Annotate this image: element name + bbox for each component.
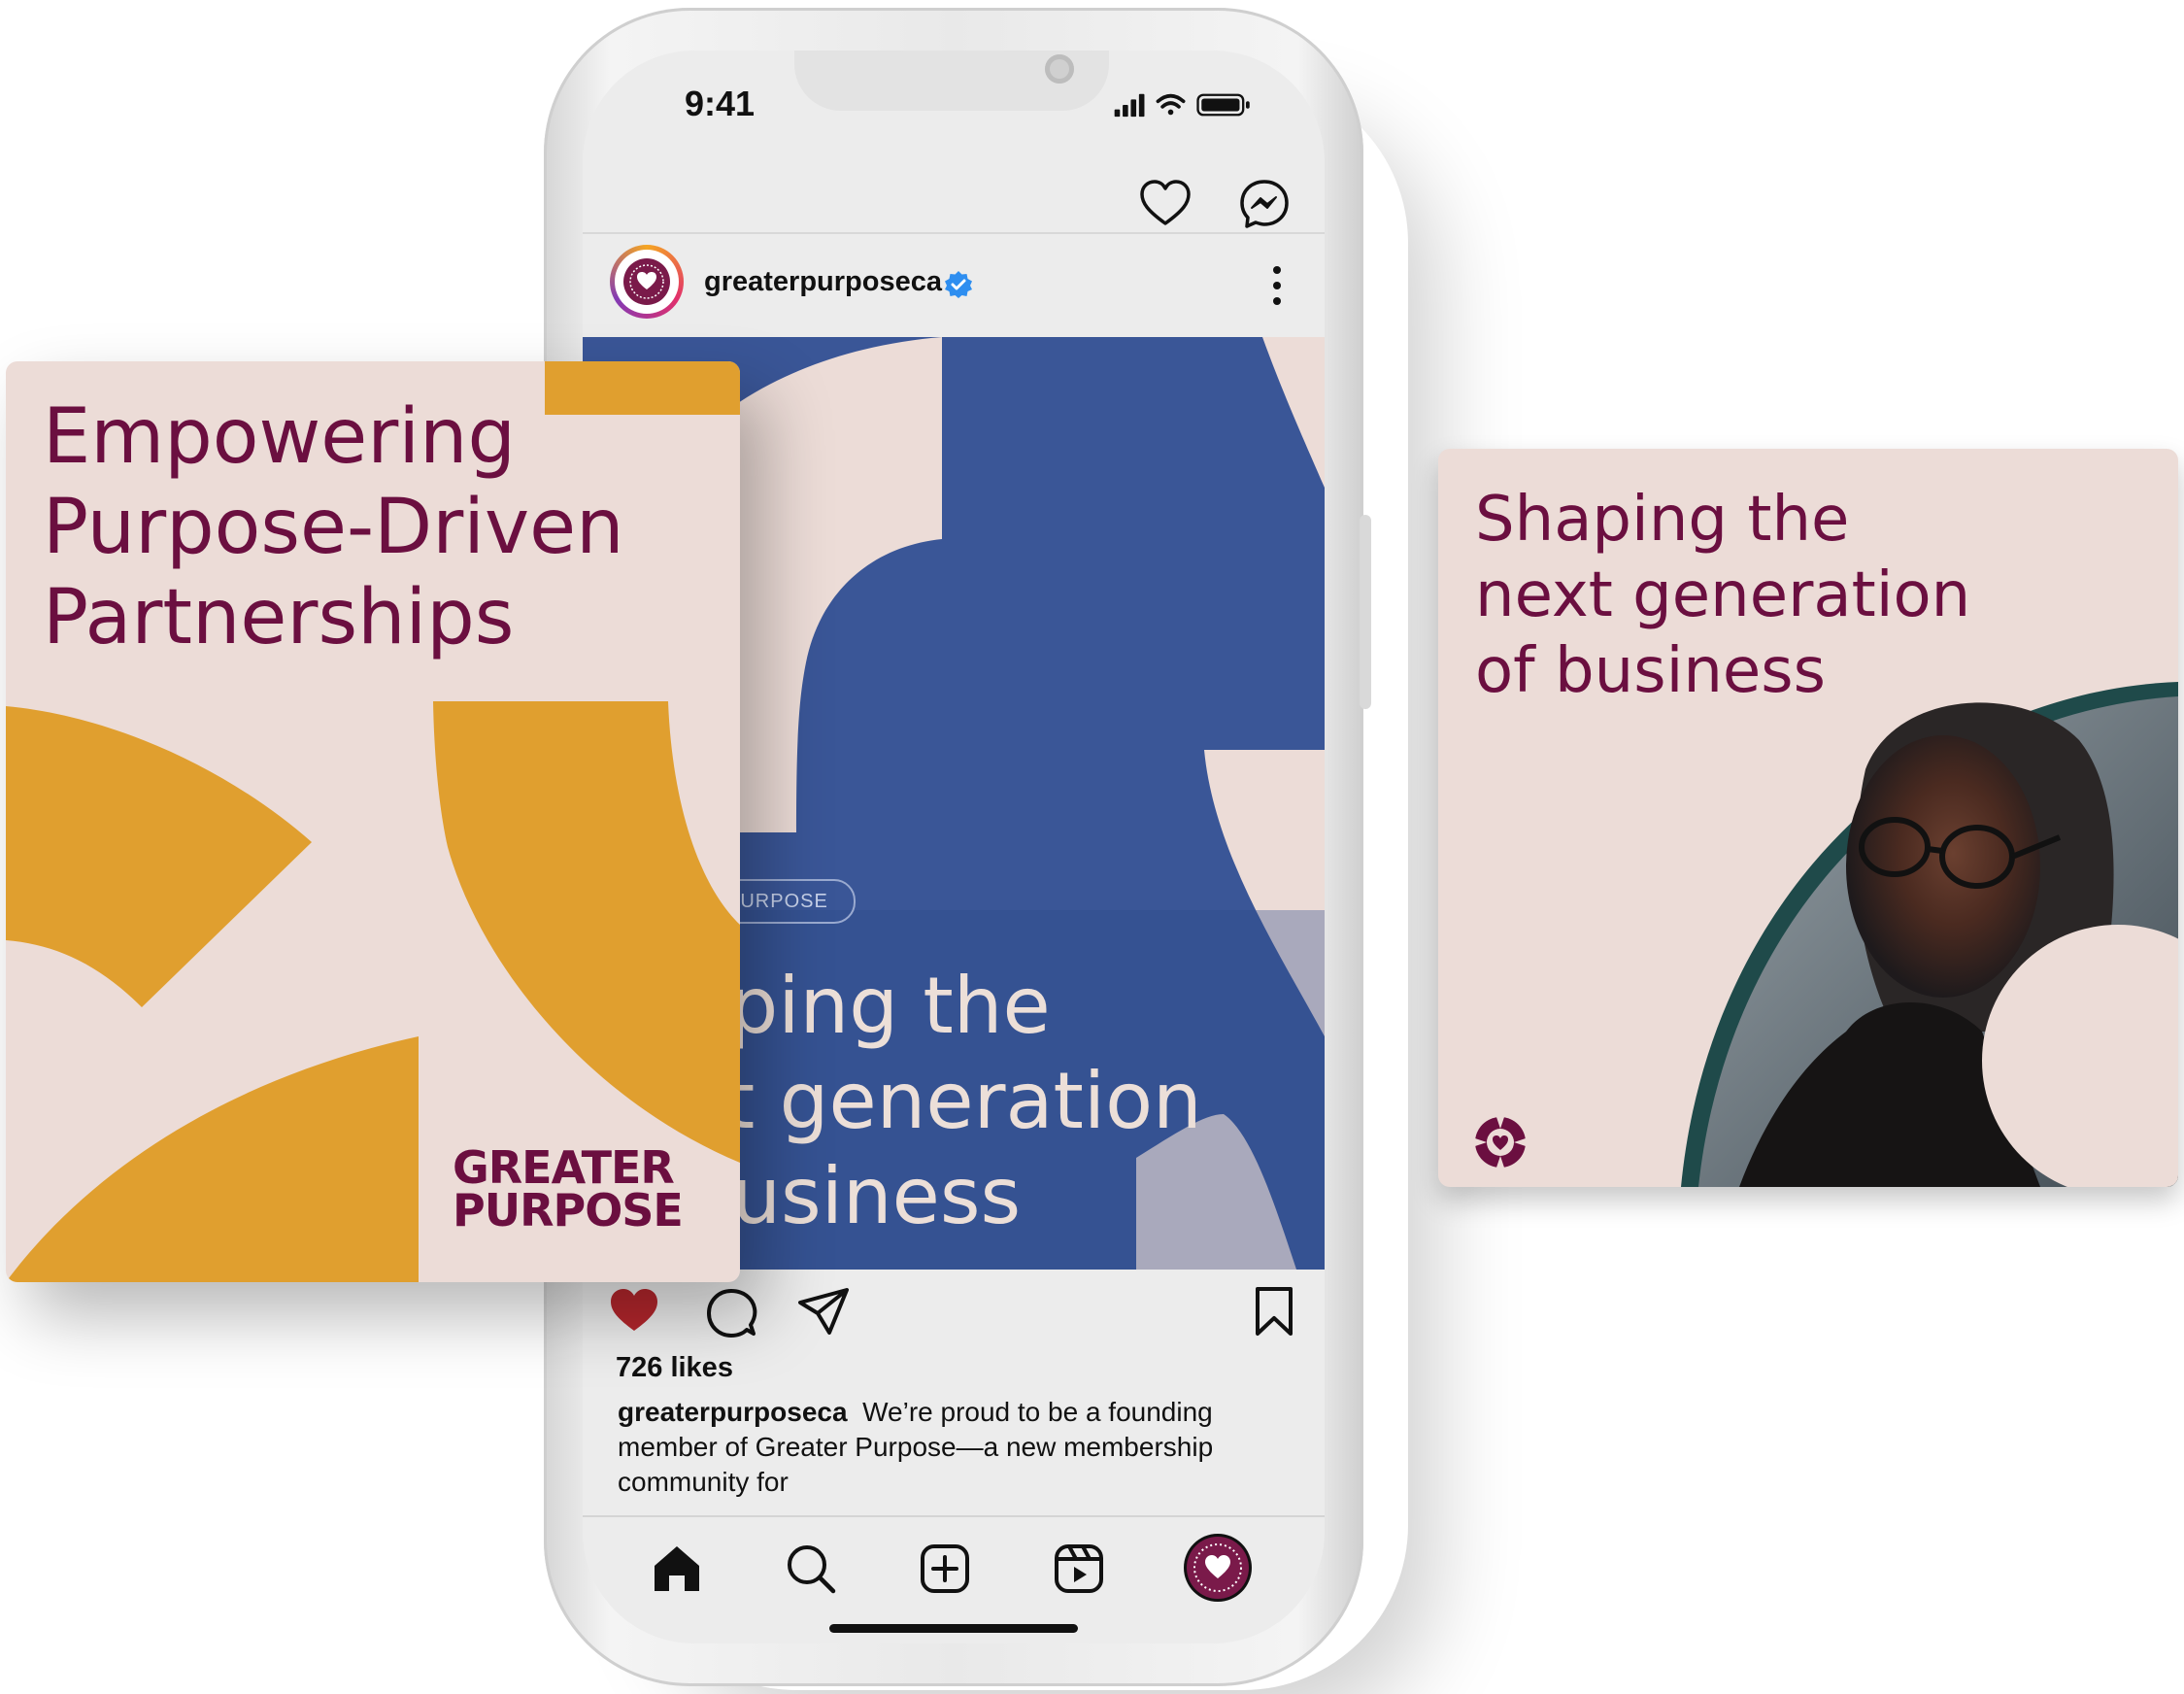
heart-icon[interactable] [1138, 177, 1193, 231]
greater-purpose-heart-logo-icon [629, 264, 664, 299]
header-divider [583, 232, 1325, 234]
battery-icon [1196, 93, 1250, 117]
heart-filled-icon[interactable] [607, 1284, 661, 1338]
wordmark-line2: PURPOSE [453, 1184, 684, 1237]
left-card-title: Empowering Purpose-Driven Partnerships [43, 393, 624, 661]
notch [794, 51, 1109, 111]
greater-purpose-wordmark: GREATER PURPOSE [453, 1141, 684, 1237]
tab-bar-divider [583, 1515, 1325, 1517]
profile-icon[interactable] [1187, 1537, 1249, 1599]
signal-icon [1114, 93, 1145, 118]
reels-icon[interactable] [1053, 1542, 1105, 1595]
front-camera [1045, 54, 1074, 84]
profile-heart-logo-icon [1193, 1543, 1242, 1592]
home-icon[interactable] [651, 1542, 703, 1595]
left-social-card: Empowering Purpose-Driven Partnerships G… [6, 361, 740, 1282]
post-caption: greaterpurposeca We’re proud to be a fou… [618, 1395, 1288, 1500]
comment-icon[interactable] [704, 1286, 758, 1340]
post-avatar[interactable] [610, 245, 684, 319]
messenger-icon[interactable] [1237, 177, 1292, 231]
caption-username[interactable]: greaterpurposeca [618, 1397, 848, 1427]
right-card-title: Shaping the next generation of business [1475, 484, 1971, 707]
search-icon[interactable] [785, 1542, 837, 1595]
phone-side-button [1360, 515, 1371, 709]
greater-purpose-icon [1475, 1117, 1526, 1168]
more-options-icon[interactable] [1270, 264, 1284, 307]
post-username[interactable]: greaterpurposeca [704, 266, 942, 298]
verified-badge-icon [945, 271, 972, 298]
likes-count: 726 likes [616, 1352, 733, 1383]
wifi-icon [1156, 93, 1186, 116]
home-indicator [829, 1624, 1078, 1633]
wordmark-line1: GREATER [453, 1141, 675, 1194]
add-post-icon[interactable] [919, 1542, 971, 1595]
status-time: 9:41 [685, 84, 756, 123]
bookmark-icon[interactable] [1247, 1284, 1301, 1338]
status-icons [1114, 93, 1250, 118]
share-icon[interactable] [796, 1284, 851, 1338]
right-social-card: Shaping the next generation of business [1438, 449, 2178, 1187]
